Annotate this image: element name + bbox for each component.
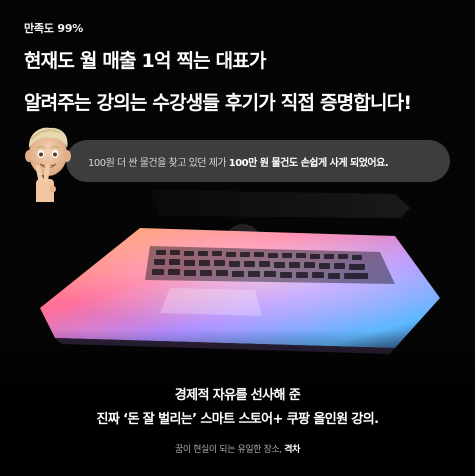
- review-text: 100원 더 싼 물건을 찾고 있던 제가 100만 원 물건도 손쉽게 사게 …: [88, 154, 389, 169]
- satisfaction-badge: 만족도 99%: [24, 22, 84, 35]
- footer-text: 꿈이 현실이 되는 유일한 장소, 격차: [0, 442, 475, 455]
- promo-banner: 만족도 99% 현재도 월 매출 1억 찍는 대표가 알려주는 강의는 수강생들…: [0, 0, 475, 476]
- footer-prefix: 꿈이 현실이 되는 유일한 장소,: [174, 445, 282, 455]
- keyboard: [145, 246, 395, 284]
- trackpad: [160, 288, 262, 316]
- review-text-highlight: 100만 원 물건도 손쉽게 사게 되었어요.: [228, 157, 389, 169]
- review-bubble: 100원 더 싼 물건을 찾고 있던 제가 100만 원 물건도 손쉽게 사게 …: [66, 140, 450, 182]
- review-text-prefix: 100원 더 싼 물건을 찾고 있던 제가: [88, 157, 229, 169]
- tagline-line-2: 진짜 ‘돈 잘 벌리는’ 스마트 스토어+ 쿠팡 올인원 강의.: [96, 412, 380, 427]
- headline-line-2: 알려주는 강의는 수강생들 후기가 직접 증명합니다!: [24, 92, 412, 114]
- headline-line-1: 현재도 월 매출 1억 찍는 대표가: [24, 50, 266, 72]
- tagline-line-1: 경제적 자유를 선사해 준: [174, 388, 301, 403]
- footer-brand: 격차: [284, 445, 301, 455]
